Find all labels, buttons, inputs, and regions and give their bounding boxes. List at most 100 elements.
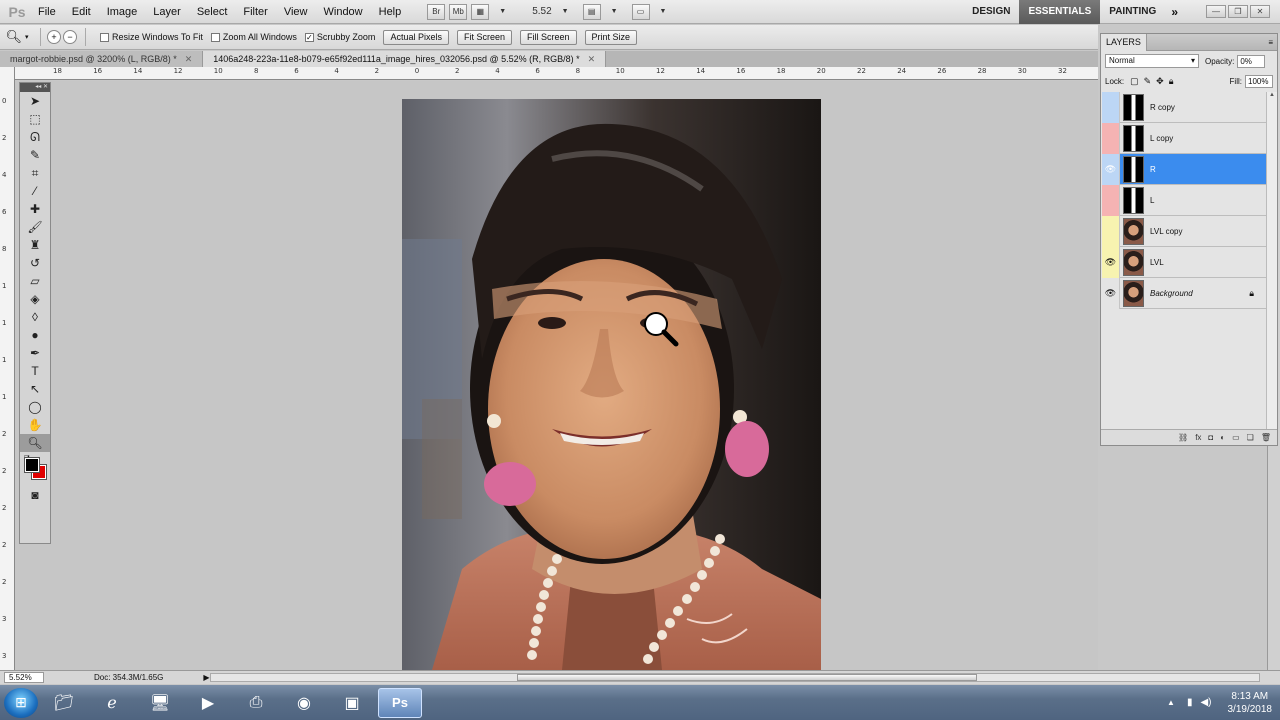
lasso-tool-icon[interactable]: ᘏ bbox=[20, 128, 50, 146]
layer-thumbnail[interactable] bbox=[1123, 186, 1144, 214]
eye-icon[interactable]: 👁︎ bbox=[1102, 246, 1120, 278]
workspace-essentials[interactable]: ESSENTIALS bbox=[1019, 0, 1101, 24]
scrubby-zoom-checkbox[interactable]: ✓ Scrubby Zoom bbox=[304, 32, 375, 42]
layers-scrollbar[interactable]: ▲ bbox=[1266, 92, 1277, 432]
tab-layers[interactable]: LAYERS bbox=[1101, 33, 1147, 51]
panel-menu-icon[interactable]: ≡ bbox=[1268, 38, 1273, 47]
zoom-tool-icon[interactable]: 🔍︎ bbox=[20, 434, 50, 452]
photos-icon[interactable]: ▣ bbox=[330, 688, 374, 718]
horizontal-scrollbar[interactable] bbox=[210, 673, 1260, 682]
print-size-button[interactable]: Print Size bbox=[584, 29, 638, 45]
ie-icon[interactable]: ℯ bbox=[90, 688, 134, 718]
layer-row[interactable]: 👁︎ R bbox=[1102, 153, 1266, 185]
doc-tab[interactable]: margot-robbie.psd @ 3200% (L, RGB/8) * ✕ bbox=[0, 51, 204, 67]
menu-edit[interactable]: Edit bbox=[64, 6, 99, 18]
checkbox-box[interactable]: ✓ bbox=[304, 32, 314, 42]
layer-thumbnail[interactable] bbox=[1123, 217, 1144, 245]
layer-row[interactable]: LVL copy bbox=[1102, 215, 1266, 247]
vertical-ruler[interactable]: 0 2 4 6 8 1 1 1 1 2 2 2 2 2 3 3 bbox=[0, 67, 15, 670]
zoom-tool-preset-icon[interactable]: 🔍︎ ▾ bbox=[0, 29, 34, 45]
photoshop-icon[interactable]: Ps bbox=[378, 687, 422, 718]
layer-thumbnail[interactable] bbox=[1123, 124, 1144, 152]
trash-icon[interactable]: 🗑︎ bbox=[1261, 433, 1271, 442]
resize-windows-checkbox[interactable]: Resize Windows To Fit bbox=[100, 32, 203, 42]
opacity-field[interactable]: 0% bbox=[1237, 54, 1266, 68]
eye-icon[interactable]: 👁︎ bbox=[1102, 277, 1120, 309]
link-layers-icon[interactable]: ⛓ bbox=[1178, 433, 1188, 442]
chevron-down-icon[interactable]: ▼ bbox=[499, 8, 506, 15]
clock[interactable]: 8:13 AM 3/19/2018 bbox=[1228, 690, 1273, 716]
menu-filter[interactable]: Filter bbox=[235, 6, 275, 18]
gradient-tool-icon[interactable]: ◈ bbox=[20, 290, 50, 308]
pen-tool-icon[interactable]: ✒ bbox=[20, 344, 50, 362]
horizontal-ruler[interactable]: 18 16 14 12 10 8 6 4 2 0 2 4 6 8 10 12 14 16 18 20 22 24 26 28 3… bbox=[15, 67, 1098, 80]
chrome-icon[interactable]: ◉ bbox=[282, 688, 326, 718]
brush-tool-icon[interactable]: 🖌︎ bbox=[20, 218, 50, 236]
view-extras-button[interactable]: ▦ bbox=[471, 3, 490, 20]
arrange-documents-button[interactable]: ▤ bbox=[582, 3, 601, 20]
explorer-icon[interactable]: 📁︎ bbox=[42, 688, 86, 718]
layer-thumbnail[interactable] bbox=[1123, 155, 1144, 183]
quick-select-tool-icon[interactable]: ✎ bbox=[20, 146, 50, 164]
document-canvas-photo[interactable] bbox=[402, 99, 821, 670]
menu-file[interactable]: File bbox=[34, 6, 64, 18]
toolbox-header[interactable]: ◂◂ ✕ bbox=[20, 83, 50, 92]
hand-tool-icon[interactable]: ✋ bbox=[20, 416, 50, 434]
fill-field[interactable]: 100% bbox=[1245, 74, 1273, 88]
chevron-down-icon[interactable]: ▼ bbox=[562, 8, 569, 15]
status-menu-icon[interactable]: ▶ bbox=[203, 673, 209, 682]
menu-window[interactable]: Window bbox=[316, 6, 371, 18]
close-icon[interactable]: ✕ bbox=[185, 54, 193, 64]
shape-tool-icon[interactable]: ◯ bbox=[20, 398, 50, 416]
actual-pixels-button[interactable]: Actual Pixels bbox=[383, 29, 449, 45]
healing-brush-icon[interactable]: ✚ bbox=[20, 200, 50, 218]
dodge-tool-icon[interactable]: ● bbox=[20, 326, 50, 344]
checkbox-box[interactable] bbox=[100, 32, 109, 42]
add-mask-icon[interactable]: ◘ bbox=[1208, 433, 1213, 442]
visibility-toggle[interactable] bbox=[1102, 184, 1120, 216]
layer-row[interactable]: 👁︎ LVL bbox=[1102, 246, 1266, 278]
adjustment-layer-icon[interactable]: ◐ bbox=[1220, 433, 1225, 442]
menu-image[interactable]: Image bbox=[99, 6, 146, 18]
volume-icon[interactable]: ◀) bbox=[1200, 697, 1211, 708]
close-button[interactable]: ✕ bbox=[1250, 5, 1270, 18]
computer-icon[interactable]: 🖥︎ bbox=[138, 688, 182, 718]
show-hidden-icons-icon[interactable]: ▲ bbox=[1167, 698, 1175, 707]
layer-thumbnail[interactable] bbox=[1123, 248, 1144, 276]
foreground-color-swatch[interactable] bbox=[24, 457, 40, 473]
blur-tool-icon[interactable]: ◊ bbox=[20, 308, 50, 326]
clone-stamp-icon[interactable]: ♜ bbox=[20, 236, 50, 254]
close-icon[interactable]: ✕ bbox=[588, 54, 596, 64]
minimize-button[interactable]: — bbox=[1206, 5, 1226, 18]
lock-options-icon[interactable]: ▢✎✥🔒︎ bbox=[1130, 76, 1178, 87]
chevron-down-icon[interactable]: ▼ bbox=[611, 8, 618, 15]
checkbox-box[interactable] bbox=[210, 32, 220, 42]
eyedropper-tool-icon[interactable]: ⁄ bbox=[20, 182, 50, 200]
workspace-design[interactable]: DESIGN bbox=[963, 0, 1019, 24]
chevron-down-icon[interactable]: ▼ bbox=[660, 8, 667, 15]
mini-bridge-button[interactable]: Mb bbox=[449, 3, 468, 20]
screen-mode-button[interactable]: ▭ bbox=[631, 3, 650, 20]
type-tool-icon[interactable]: T bbox=[20, 362, 50, 380]
status-zoom-field[interactable]: 5.52% bbox=[4, 672, 44, 683]
quick-mask-icon[interactable]: ◙ bbox=[20, 486, 50, 504]
doc-tab-active[interactable]: 1406a248-223a-11e8-b079-e65f92ed111a_ima… bbox=[203, 51, 607, 67]
layer-row[interactable]: 👁︎ Background 🔒︎ bbox=[1102, 277, 1266, 309]
marquee-tool-icon[interactable]: ⬚ bbox=[20, 110, 50, 128]
blend-mode-select[interactable]: Normal bbox=[1105, 54, 1199, 68]
network-icon[interactable]: ▮ bbox=[1187, 697, 1193, 708]
new-layer-icon[interactable]: ❏ bbox=[1247, 433, 1254, 442]
zoom-all-windows-checkbox[interactable]: Zoom All Windows bbox=[210, 32, 297, 42]
visibility-toggle[interactable] bbox=[1102, 122, 1120, 154]
menu-select[interactable]: Select bbox=[189, 6, 236, 18]
crop-tool-icon[interactable]: ⌗ bbox=[20, 164, 50, 182]
eraser-tool-icon[interactable]: ▱ bbox=[20, 272, 50, 290]
zoom-out-icon[interactable]: − bbox=[63, 30, 77, 44]
more-workspaces-icon[interactable]: » bbox=[1165, 5, 1184, 19]
layer-thumbnail[interactable] bbox=[1123, 279, 1144, 307]
layer-row[interactable]: L bbox=[1102, 184, 1266, 216]
move-tool-icon[interactable]: ➤ bbox=[20, 92, 50, 110]
layer-thumbnail[interactable] bbox=[1123, 93, 1144, 121]
doc-size-info[interactable]: Doc: 354.3M/1.65G bbox=[94, 673, 163, 682]
media-player-icon[interactable]: ▶ bbox=[186, 688, 230, 718]
